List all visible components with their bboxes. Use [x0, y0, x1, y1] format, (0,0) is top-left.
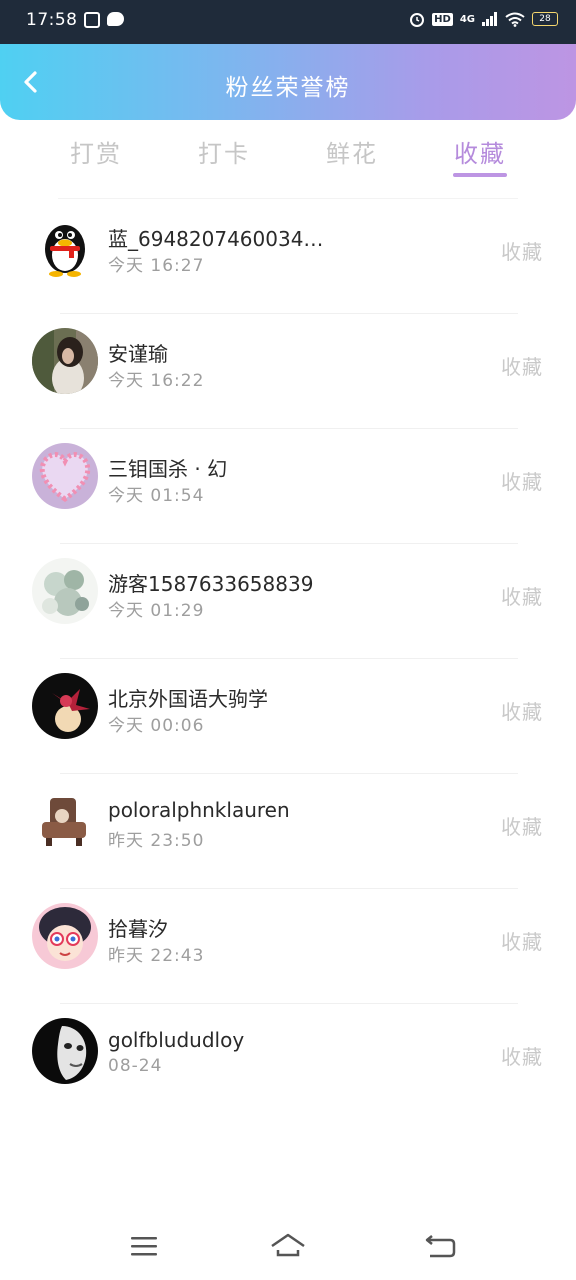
item-name: 北京外国语大驹学 — [108, 687, 268, 711]
item-action-label: 收藏 — [501, 585, 543, 609]
item-time: 今天 01:54 — [108, 486, 205, 506]
item-time: 今天 16:22 — [108, 371, 205, 391]
status-bar: 17:58 HD 4G 28 — [0, 0, 576, 44]
item-time: 今天 01:29 — [108, 601, 205, 621]
list-item[interactable]: 北京外国语大驹学 今天 00:06 收藏 — [0, 659, 576, 774]
status-time: 17:58 — [26, 10, 78, 30]
item-time: 昨天 23:50 — [108, 831, 205, 851]
signal-icon — [482, 12, 497, 26]
item-action-label: 收藏 — [501, 240, 543, 264]
back-icon[interactable] — [420, 1230, 460, 1262]
item-name: 安谨瑜 — [108, 342, 168, 366]
flowers-avatar[interactable] — [32, 558, 98, 624]
header-bar: 粉丝荣誉榜 — [0, 44, 576, 120]
list-item[interactable]: 蓝_6948207460034… 今天 16:27 收藏 — [0, 199, 576, 314]
chat-notification-icon — [107, 12, 124, 26]
item-action-label: 收藏 — [501, 815, 543, 839]
hd-icon: HD — [432, 12, 453, 26]
tab-favorites[interactable]: 收藏 — [440, 134, 520, 169]
screenshot-notification-icon — [84, 12, 100, 28]
item-time: 今天 16:27 — [108, 256, 205, 276]
system-nav-bar — [0, 1214, 576, 1280]
heart-frame-avatar[interactable] — [32, 443, 98, 509]
signal-4g-label: 4G — [459, 13, 475, 25]
item-time: 08-24 — [108, 1056, 163, 1076]
tab-reward[interactable]: 打赏 — [56, 134, 136, 169]
penguin-avatar[interactable] — [32, 213, 98, 279]
tab-flowers[interactable]: 鲜花 — [312, 134, 392, 169]
item-name: poloralphnklauren — [108, 798, 290, 822]
fan-list: 蓝_6948207460034… 今天 16:27 收藏 安谨瑜 今天 16:2… — [0, 199, 576, 1119]
item-action-label: 收藏 — [501, 470, 543, 494]
list-item[interactable]: 安谨瑜 今天 16:22 收藏 — [0, 314, 576, 429]
item-action-label: 收藏 — [501, 355, 543, 379]
item-name: 游客1587633658839 — [108, 572, 314, 596]
red-flower-avatar[interactable] — [32, 673, 98, 739]
item-name: 拾暮汐 — [108, 917, 168, 941]
item-name: golfblududloy — [108, 1028, 245, 1052]
list-item[interactable]: 拾暮汐 昨天 22:43 收藏 — [0, 889, 576, 1004]
active-tab-indicator — [453, 173, 507, 177]
list-item[interactable]: poloralphnklauren 昨天 23:50 收藏 — [0, 774, 576, 889]
tab-checkin[interactable]: 打卡 — [184, 134, 264, 169]
item-action-label: 收藏 — [501, 1045, 543, 1069]
item-name: 蓝_6948207460034… — [108, 227, 324, 251]
home-icon[interactable] — [268, 1230, 308, 1262]
menu-icon[interactable] — [124, 1230, 164, 1262]
item-name: 三钼国杀 · 幻 — [108, 457, 228, 481]
wifi-icon — [505, 12, 525, 27]
list-item[interactable]: 三钼国杀 · 幻 今天 01:54 收藏 — [0, 429, 576, 544]
tab-bar: 打赏 打卡 鲜花 收藏 — [0, 120, 576, 199]
list-item[interactable]: 游客1587633658839 今天 01:29 收藏 — [0, 544, 576, 659]
item-action-label: 收藏 — [501, 700, 543, 724]
cartoon-girl-avatar[interactable] — [32, 903, 98, 969]
item-time: 昨天 22:43 — [108, 946, 205, 966]
item-time: 今天 00:06 — [108, 716, 205, 736]
list-item[interactable]: golfblududloy 08-24 收藏 — [0, 1004, 576, 1119]
item-action-label: 收藏 — [501, 930, 543, 954]
sofa-avatar[interactable] — [32, 788, 98, 854]
mask-avatar[interactable] — [32, 1018, 98, 1084]
girl-photo-avatar[interactable] — [32, 328, 98, 394]
page-title: 粉丝荣誉榜 — [225, 75, 351, 101]
alarm-icon — [410, 13, 425, 27]
battery-icon: 28 — [532, 12, 558, 26]
